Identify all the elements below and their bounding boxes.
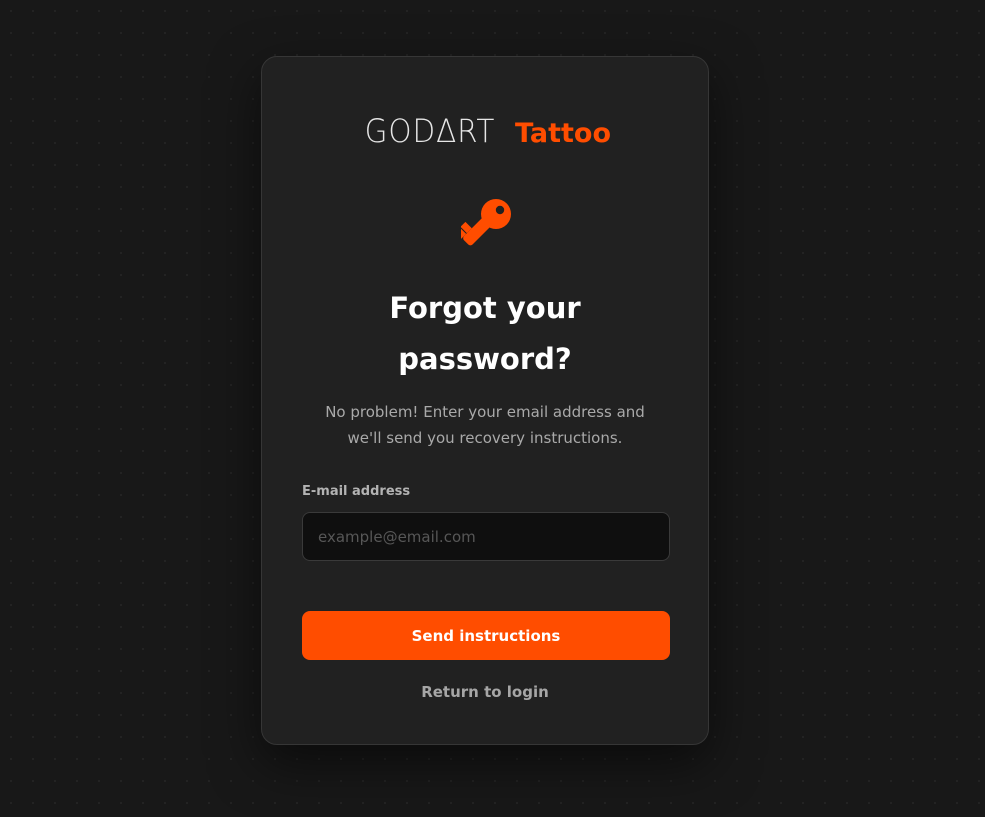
description-line-2: we'll send you recovery instructions. (347, 429, 623, 447)
brand-suffix: Tattoo (514, 117, 612, 149)
brand-logo: GODΔRT Tattoo (262, 111, 708, 151)
email-field[interactable] (302, 512, 670, 561)
send-instructions-button[interactable]: Send instructions (302, 611, 670, 660)
forgot-password-card: GODΔRT Tattoo Forgot your password? No p… (261, 56, 709, 745)
page-title-line-1: Forgot your (389, 291, 581, 325)
description-line-1: No problem! Enter your email address and (325, 403, 645, 421)
return-to-login-link[interactable]: Return to login (262, 683, 708, 701)
page-description: No problem! Enter your email address and… (292, 399, 678, 451)
brand-name: GODΔRT (364, 112, 496, 150)
key-icon (461, 199, 511, 246)
email-label: E-mail address (302, 484, 411, 499)
page-title-line-2: password? (398, 342, 572, 376)
page-title: Forgot your password? (262, 283, 708, 385)
